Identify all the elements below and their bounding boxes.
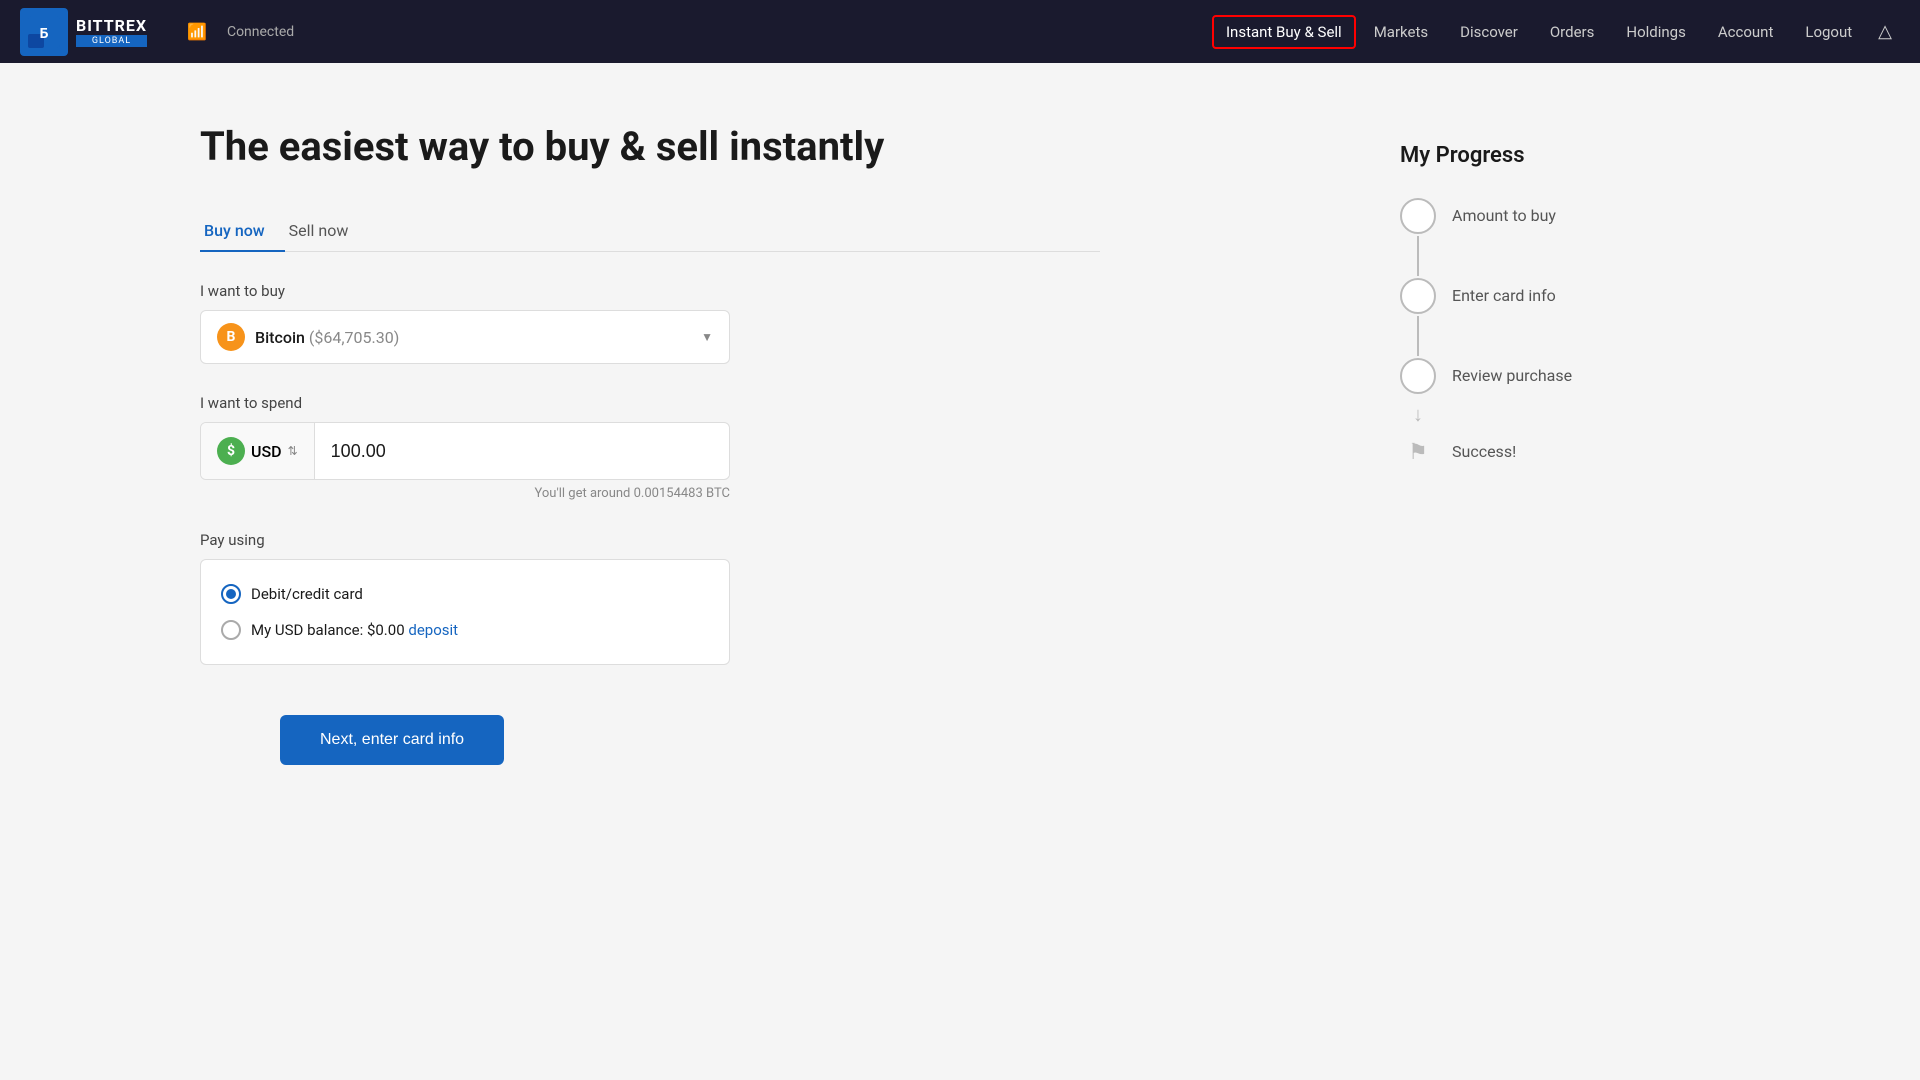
progress-step-1: Amount to buy (1400, 198, 1720, 278)
nav-instant-buy-sell[interactable]: Instant Buy & Sell (1212, 15, 1356, 49)
deposit-link[interactable]: deposit (408, 621, 458, 639)
main-layout: The easiest way to buy & sell instantly … (0, 63, 1920, 825)
pay-options-box: Debit/credit card My USD balance: $0.00 … (200, 559, 730, 665)
nav-orders[interactable]: Orders (1536, 15, 1609, 49)
crypto-selector-left: B Bitcoin ($64,705.30) (217, 323, 399, 351)
currency-selector[interactable]: $ USD ⇅ (201, 423, 315, 479)
wifi-icon: 📶 (187, 22, 207, 41)
step-connector-2 (1417, 316, 1419, 356)
arrow-down-icon: ↓ (1400, 394, 1436, 434)
crypto-selector[interactable]: B Bitcoin ($64,705.30) ▼ (200, 310, 730, 364)
buy-sell-tabs: Buy now Sell now (200, 211, 1100, 252)
content-area: The easiest way to buy & sell instantly … (200, 123, 1100, 765)
spend-section: I want to spend $ USD ⇅ You'll get aroun… (200, 394, 1100, 501)
crypto-name: Bitcoin ($64,705.30) (255, 328, 399, 347)
pay-option-card[interactable]: Debit/credit card (221, 576, 709, 612)
logo-text: BITTREX GLOBAL (76, 16, 147, 47)
flag-icon: ⚑ (1400, 434, 1436, 470)
svg-text:Б: Б (40, 26, 49, 42)
chevron-down-icon: ▼ (701, 330, 713, 344)
next-button[interactable]: Next, enter card info (280, 715, 504, 765)
step-4-label: Success! (1452, 434, 1516, 461)
currency-arrows-icon: ⇅ (288, 444, 298, 458)
spend-amount-input[interactable] (315, 427, 729, 476)
progress-title: My Progress (1400, 143, 1720, 168)
step-3-circle (1400, 358, 1436, 394)
nav-logout[interactable]: Logout (1791, 15, 1866, 49)
progress-step-2: Enter card info (1400, 278, 1720, 358)
step-1-circle (1400, 198, 1436, 234)
connection-status: Connected (227, 24, 294, 40)
user-icon[interactable]: △ (1870, 13, 1900, 50)
buy-section: I want to buy B Bitcoin ($64,705.30) ▼ (200, 282, 1100, 364)
step-connector-1 (1417, 236, 1419, 276)
conversion-hint: You'll get around 0.00154483 BTC (200, 486, 730, 501)
pay-option-balance[interactable]: My USD balance: $0.00 deposit (221, 612, 709, 648)
tab-buy-now[interactable]: Buy now (200, 211, 285, 252)
header: Б BITTREX GLOBAL 📶 Connected Instant Buy… (0, 0, 1920, 63)
step-2-label: Enter card info (1452, 278, 1556, 305)
pay-option-balance-label: My USD balance: $0.00 deposit (251, 621, 458, 639)
nav-discover[interactable]: Discover (1446, 15, 1532, 49)
progress-steps: Amount to buy Enter card info ↓ Review p… (1400, 198, 1720, 470)
step-1-label: Amount to buy (1452, 198, 1556, 225)
crypto-price: ($64,705.30) (309, 328, 399, 347)
logo: Б BITTREX GLOBAL (20, 8, 147, 56)
tab-sell-now[interactable]: Sell now (285, 211, 369, 252)
bitcoin-icon: B (217, 323, 245, 351)
nav-account[interactable]: Account (1704, 15, 1788, 49)
radio-balance-icon (221, 620, 241, 640)
progress-step-3: ↓ Review purchase (1400, 358, 1720, 434)
nav-markets[interactable]: Markets (1360, 15, 1442, 49)
spend-label: I want to spend (200, 394, 1100, 412)
radio-card-icon (221, 584, 241, 604)
main-nav: Instant Buy & Sell Markets Discover Orde… (1212, 13, 1900, 50)
usd-icon: $ (217, 437, 245, 465)
step-2-circle (1400, 278, 1436, 314)
progress-step-4: ⚑ Success! (1400, 434, 1720, 470)
logo-bittrex: BITTREX (76, 16, 147, 35)
progress-sidebar: My Progress Amount to buy Enter card inf… (1400, 123, 1720, 765)
page-title: The easiest way to buy & sell instantly (200, 123, 1100, 171)
nav-holdings[interactable]: Holdings (1612, 15, 1699, 49)
step-3-label: Review purchase (1452, 358, 1572, 385)
pay-option-card-label: Debit/credit card (251, 585, 363, 603)
spend-input-container: $ USD ⇅ (200, 422, 730, 480)
pay-using-label: Pay using (200, 531, 1100, 549)
currency-label: USD (251, 442, 282, 461)
buy-label: I want to buy (200, 282, 1100, 300)
logo-global: GLOBAL (76, 35, 147, 47)
pay-section: Pay using Debit/credit card My USD balan… (200, 531, 1100, 665)
logo-icon: Б (20, 8, 68, 56)
